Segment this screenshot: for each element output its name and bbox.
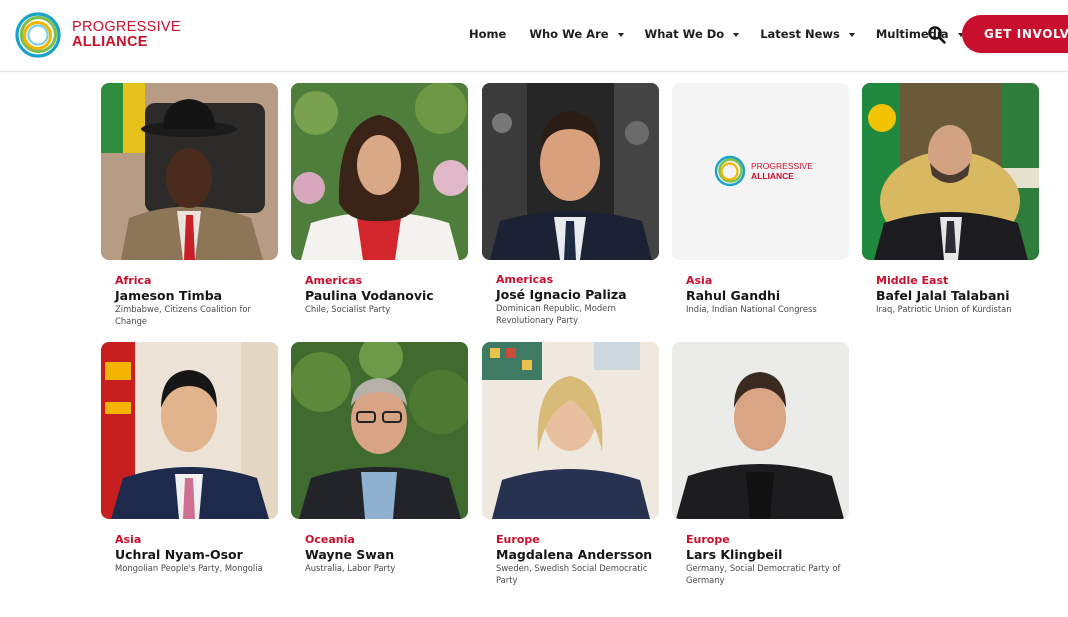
person-name[interactable]: Jameson Timba [115,288,222,303]
person-region: Europe [686,533,730,546]
person-card: Americas José Ignacio Paliza Dominican R… [482,83,660,325]
person-name[interactable]: Wayne Swan [305,547,394,562]
portrait-image [862,83,1039,260]
portrait-image [101,342,278,519]
person-card: Europe Magdalena Andersson Sweden, Swedi… [482,342,660,585]
logo-rings-icon [15,12,61,58]
person-region: Europe [496,533,540,546]
site-header: PROGRESSIVE ALLIANCE Home Who We Are Wha… [0,0,1068,72]
placeholder-logo-line-2: ALLIANCE [751,171,794,181]
placeholder-logo-line-1: PROGRESSIVE [751,161,813,171]
person-region: Middle East [876,274,949,287]
person-affiliation: Zimbabwe, Citizens Coalition for Change [115,304,251,326]
person-photo[interactable] [101,83,278,260]
logo-line-2: ALLIANCE [72,34,148,50]
person-card: PROGRESSIVE ALLIANCE Asia Rahul Gandhi I… [672,83,850,314]
person-name[interactable]: Paulina Vodanovic [305,288,434,303]
person-name[interactable]: José Ignacio Paliza [496,287,627,302]
logo-wordmark: PROGRESSIVE ALLIANCE [72,20,181,50]
person-photo[interactable] [862,83,1039,260]
person-region: Americas [496,273,554,286]
person-card: Americas Paulina Vodanovic Chile, Social… [291,83,469,314]
logo-line-1: PROGRESSIVE [72,19,181,35]
person-photo[interactable] [482,83,659,260]
person-photo[interactable] [101,342,278,519]
nav-home-label: Home [469,27,507,41]
nav-who-we-are[interactable]: Who We Are [529,27,624,41]
person-affiliation: India, Indian National Congress [686,304,817,314]
nav-who-we-are-label: Who We Are [529,27,609,41]
person-affiliation: Sweden, Swedish Social Democratic Party [496,563,648,585]
person-affiliation: Iraq, Patriotic Union of Kurdistan [876,304,1012,314]
nav-what-we-do[interactable]: What We Do [645,27,740,41]
person-region: Asia [686,274,713,287]
person-name[interactable]: Lars Klingbeil [686,547,782,562]
person-region: Asia [115,533,142,546]
person-card: Africa Jameson Timba Zimbabwe, Citizens … [101,83,279,326]
person-affiliation: Mongolian People's Party, Mongolia [115,563,263,573]
person-name[interactable]: Uchral Nyam-Osor [115,547,243,562]
chevron-down-icon [733,32,740,37]
person-affiliation: Australia, Labor Party [305,563,396,573]
get-involved-button[interactable]: GET INVOLVED [962,15,1068,53]
person-photo[interactable] [291,83,468,260]
person-photo[interactable] [482,342,659,519]
person-name[interactable]: Rahul Gandhi [686,288,780,303]
nav-latest-news-label: Latest News [760,27,840,41]
person-affiliation: Dominican Republic, Modern Revolutionary… [496,303,616,325]
chevron-down-icon [848,32,855,37]
person-card: Europe Lars Klingbeil Germany, Social De… [672,342,850,585]
person-photo[interactable] [291,342,468,519]
search-button[interactable] [927,25,947,45]
person-region: Africa [115,274,152,287]
portrait-image [482,342,659,519]
main-nav: Home Who We Are What We Do Latest News M… [469,25,964,43]
portrait-image [101,83,278,260]
nav-latest-news[interactable]: Latest News [760,27,855,41]
person-affiliation: Germany, Social Democratic Party of Germ… [686,563,841,585]
portrait-image [291,342,468,519]
placeholder-logo-text: PROGRESSIVE ALLIANCE [751,161,813,181]
person-affiliation: Chile, Socialist Party [305,304,391,314]
person-card: Oceania Wayne Swan Australia, Labor Part… [291,342,469,573]
placeholder-photo[interactable]: PROGRESSIVE ALLIANCE [672,83,849,260]
person-name[interactable]: Bafel Jalal Talabani [876,288,1010,303]
person-region: Oceania [305,533,355,546]
person-card: Asia Uchral Nyam-Osor Mongolian People's… [101,342,279,573]
nav-multimedia[interactable]: Multimedia [876,27,964,41]
nav-what-we-do-label: What We Do [644,27,725,41]
portrait-image [482,83,659,260]
portrait-image [672,342,849,519]
site-logo[interactable]: PROGRESSIVE ALLIANCE [14,11,181,59]
person-photo[interactable] [672,342,849,519]
person-region: Americas [305,274,363,287]
person-card: Middle East Bafel Jalal Talabani Iraq, P… [862,83,1040,314]
portrait-image [291,83,468,260]
person-name[interactable]: Magdalena Andersson [496,547,652,562]
chevron-down-icon [617,32,624,37]
search-icon [928,26,946,44]
nav-home[interactable]: Home [469,27,506,41]
